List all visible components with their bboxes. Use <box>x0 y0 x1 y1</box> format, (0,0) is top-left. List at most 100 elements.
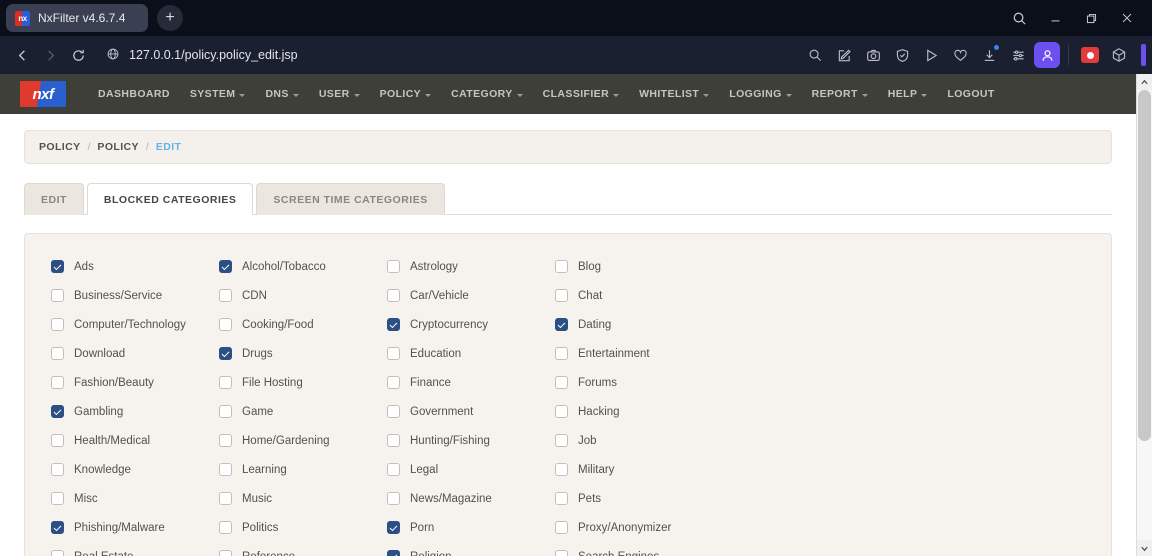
tab-edit[interactable]: EDIT <box>24 183 84 215</box>
category-checkbox-row[interactable]: Hunting/Fishing <box>387 426 555 455</box>
checkbox-forums[interactable] <box>555 376 568 389</box>
tab-screen-time-categories[interactable]: SCREEN TIME CATEGORIES <box>256 183 445 215</box>
category-checkbox-row[interactable]: Search Engines <box>555 542 723 556</box>
checkbox-business-service[interactable] <box>51 289 64 302</box>
category-checkbox-row[interactable]: Learning <box>219 455 387 484</box>
checkbox-real-estate[interactable] <box>51 550 64 556</box>
nav-policy[interactable]: POLICY <box>370 74 442 114</box>
category-checkbox-row[interactable]: Health/Medical <box>51 426 219 455</box>
titlebar-search-icon[interactable] <box>1002 3 1036 33</box>
checkbox-blog[interactable] <box>555 260 568 273</box>
nav-dns[interactable]: DNS <box>255 74 308 114</box>
checkbox-pets[interactable] <box>555 492 568 505</box>
nav-dashboard[interactable]: DASHBOARD <box>88 74 180 114</box>
checkbox-ads[interactable] <box>51 260 64 273</box>
find-icon[interactable] <box>802 42 828 68</box>
nav-logout[interactable]: LOGOUT <box>937 74 1004 114</box>
checkbox-cryptocurrency[interactable] <box>387 318 400 331</box>
minimize-button[interactable] <box>1038 3 1072 33</box>
favorite-icon[interactable] <box>947 42 973 68</box>
category-checkbox-row[interactable]: Fashion/Beauty <box>51 368 219 397</box>
checkbox-job[interactable] <box>555 434 568 447</box>
address-bar[interactable]: 127.0.0.1/policy.policy_edit.jsp <box>92 41 802 69</box>
checkbox-astrology[interactable] <box>387 260 400 273</box>
checkbox-search-engines[interactable] <box>555 550 568 556</box>
settings-sliders-icon[interactable] <box>1005 42 1031 68</box>
category-checkbox-row[interactable]: Legal <box>387 455 555 484</box>
sidebar-accent-bar[interactable] <box>1141 44 1146 66</box>
reload-button[interactable] <box>64 41 92 69</box>
send-icon[interactable] <box>918 42 944 68</box>
category-checkbox-row[interactable]: Ads <box>51 252 219 281</box>
nav-whitelist[interactable]: WHITELIST <box>629 74 719 114</box>
category-checkbox-row[interactable]: News/Magazine <box>387 484 555 513</box>
checkbox-proxy-anonymizer[interactable] <box>555 521 568 534</box>
category-checkbox-row[interactable]: Porn <box>387 513 555 542</box>
checkbox-reference[interactable] <box>219 550 232 556</box>
nav-help[interactable]: HELP <box>878 74 938 114</box>
checkbox-game[interactable] <box>219 405 232 418</box>
category-checkbox-row[interactable]: Business/Service <box>51 281 219 310</box>
page-scrollbar[interactable] <box>1136 74 1152 556</box>
checkbox-fashion-beauty[interactable] <box>51 376 64 389</box>
category-checkbox-row[interactable]: Car/Vehicle <box>387 281 555 310</box>
category-checkbox-row[interactable]: Drugs <box>219 339 387 368</box>
new-tab-button[interactable]: + <box>157 5 183 31</box>
category-checkbox-row[interactable]: Gambling <box>51 397 219 426</box>
checkbox-chat[interactable] <box>555 289 568 302</box>
checkbox-religion[interactable] <box>387 550 400 556</box>
checkbox-music[interactable] <box>219 492 232 505</box>
nav-classifier[interactable]: CLASSIFIER <box>533 74 629 114</box>
checkbox-hunting-fishing[interactable] <box>387 434 400 447</box>
checkbox-cooking-food[interactable] <box>219 318 232 331</box>
category-checkbox-row[interactable]: Forums <box>555 368 723 397</box>
annotate-icon[interactable] <box>831 42 857 68</box>
category-checkbox-row[interactable]: Misc <box>51 484 219 513</box>
checkbox-misc[interactable] <box>51 492 64 505</box>
checkbox-computer-technology[interactable] <box>51 318 64 331</box>
nav-system[interactable]: SYSTEM <box>180 74 256 114</box>
close-button[interactable] <box>1110 3 1144 33</box>
checkbox-home-gardening[interactable] <box>219 434 232 447</box>
cube-extension-icon[interactable] <box>1106 42 1132 68</box>
screenshot-icon[interactable] <box>860 42 886 68</box>
checkbox-drugs[interactable] <box>219 347 232 360</box>
checkbox-phishing-malware[interactable] <box>51 521 64 534</box>
checkbox-car-vehicle[interactable] <box>387 289 400 302</box>
category-checkbox-row[interactable]: Education <box>387 339 555 368</box>
category-checkbox-row[interactable]: Military <box>555 455 723 484</box>
category-checkbox-row[interactable]: Cooking/Food <box>219 310 387 339</box>
back-button[interactable] <box>8 41 36 69</box>
nav-report[interactable]: REPORT <box>802 74 878 114</box>
scroll-down-arrow[interactable] <box>1137 540 1152 556</box>
shield-icon[interactable] <box>889 42 915 68</box>
checkbox-politics[interactable] <box>219 521 232 534</box>
checkbox-entertainment[interactable] <box>555 347 568 360</box>
scrollbar-thumb[interactable] <box>1138 90 1151 441</box>
category-checkbox-row[interactable]: CDN <box>219 281 387 310</box>
checkbox-alcohol-tobacco[interactable] <box>219 260 232 273</box>
nav-category[interactable]: CATEGORY <box>441 74 533 114</box>
category-checkbox-row[interactable]: Home/Gardening <box>219 426 387 455</box>
checkbox-porn[interactable] <box>387 521 400 534</box>
checkbox-learning[interactable] <box>219 463 232 476</box>
category-checkbox-row[interactable]: Dating <box>555 310 723 339</box>
category-checkbox-row[interactable]: Proxy/Anonymizer <box>555 513 723 542</box>
checkbox-gambling[interactable] <box>51 405 64 418</box>
category-checkbox-row[interactable]: Blog <box>555 252 723 281</box>
checkbox-knowledge[interactable] <box>51 463 64 476</box>
downloads-icon[interactable] <box>976 42 1002 68</box>
category-checkbox-row[interactable]: Alcohol/Tobacco <box>219 252 387 281</box>
scroll-up-arrow[interactable] <box>1137 74 1152 90</box>
nav-logging[interactable]: LOGGING <box>719 74 801 114</box>
category-checkbox-row[interactable]: Computer/Technology <box>51 310 219 339</box>
scrollbar-track[interactable] <box>1137 90 1152 540</box>
category-checkbox-row[interactable]: File Hosting <box>219 368 387 397</box>
category-checkbox-row[interactable]: Finance <box>387 368 555 397</box>
checkbox-dating[interactable] <box>555 318 568 331</box>
category-checkbox-row[interactable]: Chat <box>555 281 723 310</box>
checkbox-government[interactable] <box>387 405 400 418</box>
category-checkbox-row[interactable]: Religion <box>387 542 555 556</box>
checkbox-health-medical[interactable] <box>51 434 64 447</box>
forward-button[interactable] <box>36 41 64 69</box>
